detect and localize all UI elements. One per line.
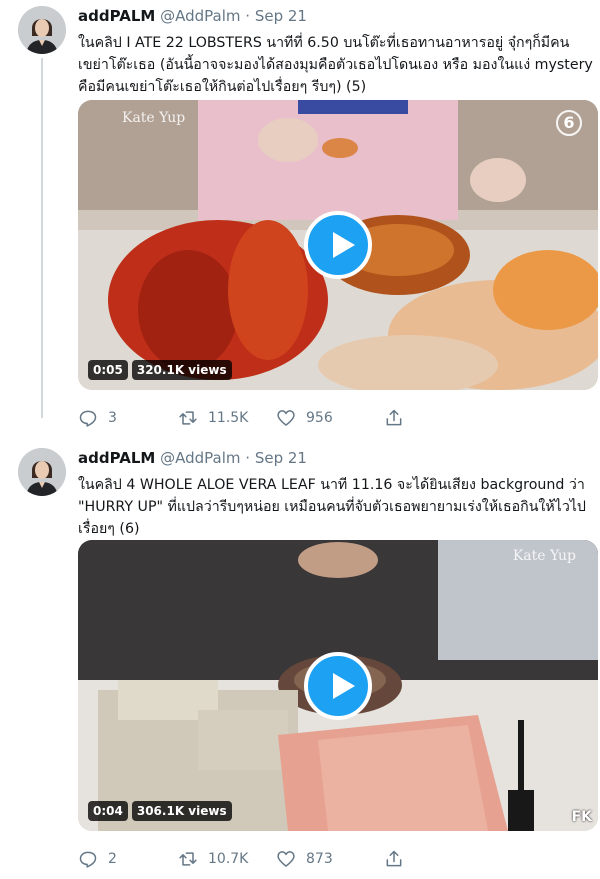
author-handle[interactable]: @AddPalm <box>160 449 240 467</box>
tweet-actions: 2 10.7K 873 <box>78 849 458 869</box>
tweet-text: ในคลิป 4 WHOLE ALOE VERA LEAF นาที 11.16… <box>78 477 586 537</box>
like-button[interactable]: 956 <box>276 408 384 428</box>
retweet-icon <box>179 852 197 866</box>
tweet[interactable]: addPALM @AddPalm · Sep 21 ในคลิป I ATE 2… <box>0 0 600 438</box>
video-badges: 0:05 320.1K views <box>88 360 232 380</box>
tweet-date[interactable]: Sep 21 <box>255 449 307 467</box>
reply-count: 2 <box>108 851 117 867</box>
video-badges: 0:04 306.1K views <box>88 801 232 821</box>
video-view-count: 320.1K views <box>131 360 232 380</box>
retweet-button[interactable]: 11.5K <box>178 408 276 428</box>
reply-button[interactable]: 2 <box>78 849 178 869</box>
reply-button[interactable]: 3 <box>78 408 178 428</box>
tweet-header: addPALM @AddPalm · Sep 21 <box>78 449 307 469</box>
heart-icon <box>277 410 295 426</box>
share-icon <box>386 409 402 426</box>
video-corner-mark: 6 <box>556 110 582 136</box>
video-watermark: Kate Yup <box>122 110 186 126</box>
video-player[interactable]: Kate Yup FK 0:04 306.1K views <box>78 540 598 831</box>
tweet-header: addPALM @AddPalm · Sep 21 <box>78 7 307 27</box>
retweet-icon <box>179 411 197 425</box>
video-corner-mark: FK <box>571 809 592 825</box>
play-icon[interactable] <box>304 651 372 720</box>
reply-icon <box>79 851 97 868</box>
video-view-count: 306.1K views <box>131 801 232 821</box>
tweet-date[interactable]: Sep 21 <box>255 7 307 25</box>
avatar[interactable] <box>18 6 66 54</box>
retweet-count: 11.5K <box>208 410 249 426</box>
reply-count: 3 <box>108 410 117 426</box>
video-player[interactable]: Kate Yup 6 0:05 320.1K views <box>78 100 598 390</box>
heart-icon <box>277 851 295 867</box>
tweet[interactable]: addPALM @AddPalm · Sep 21 ในคลิป 4 WHOLE… <box>0 440 600 879</box>
video-watermark: Kate Yup <box>512 548 576 564</box>
video-duration: 0:04 <box>88 801 128 821</box>
share-button[interactable] <box>384 408 404 428</box>
like-button[interactable]: 873 <box>276 849 384 869</box>
tweet-text: ในคลิป I ATE 22 LOBSTERS นาทีที่ 6.50 บน… <box>78 35 593 95</box>
tweet-actions: 3 11.5K 956 <box>78 408 458 428</box>
play-icon[interactable] <box>304 211 372 279</box>
author-handle[interactable]: @AddPalm <box>160 7 240 25</box>
separator-dot: · <box>245 449 251 467</box>
separator-dot: · <box>245 7 251 25</box>
retweet-count: 10.7K <box>208 851 249 867</box>
share-icon <box>386 850 402 867</box>
retweet-button[interactable]: 10.7K <box>178 849 276 869</box>
author-name[interactable]: addPALM <box>78 449 155 467</box>
like-count: 873 <box>306 851 333 867</box>
author-name[interactable]: addPALM <box>78 7 155 25</box>
video-duration: 0:05 <box>88 360 128 380</box>
share-button[interactable] <box>384 849 404 869</box>
reply-icon <box>79 410 97 427</box>
like-count: 956 <box>306 410 333 426</box>
avatar[interactable] <box>18 448 66 496</box>
